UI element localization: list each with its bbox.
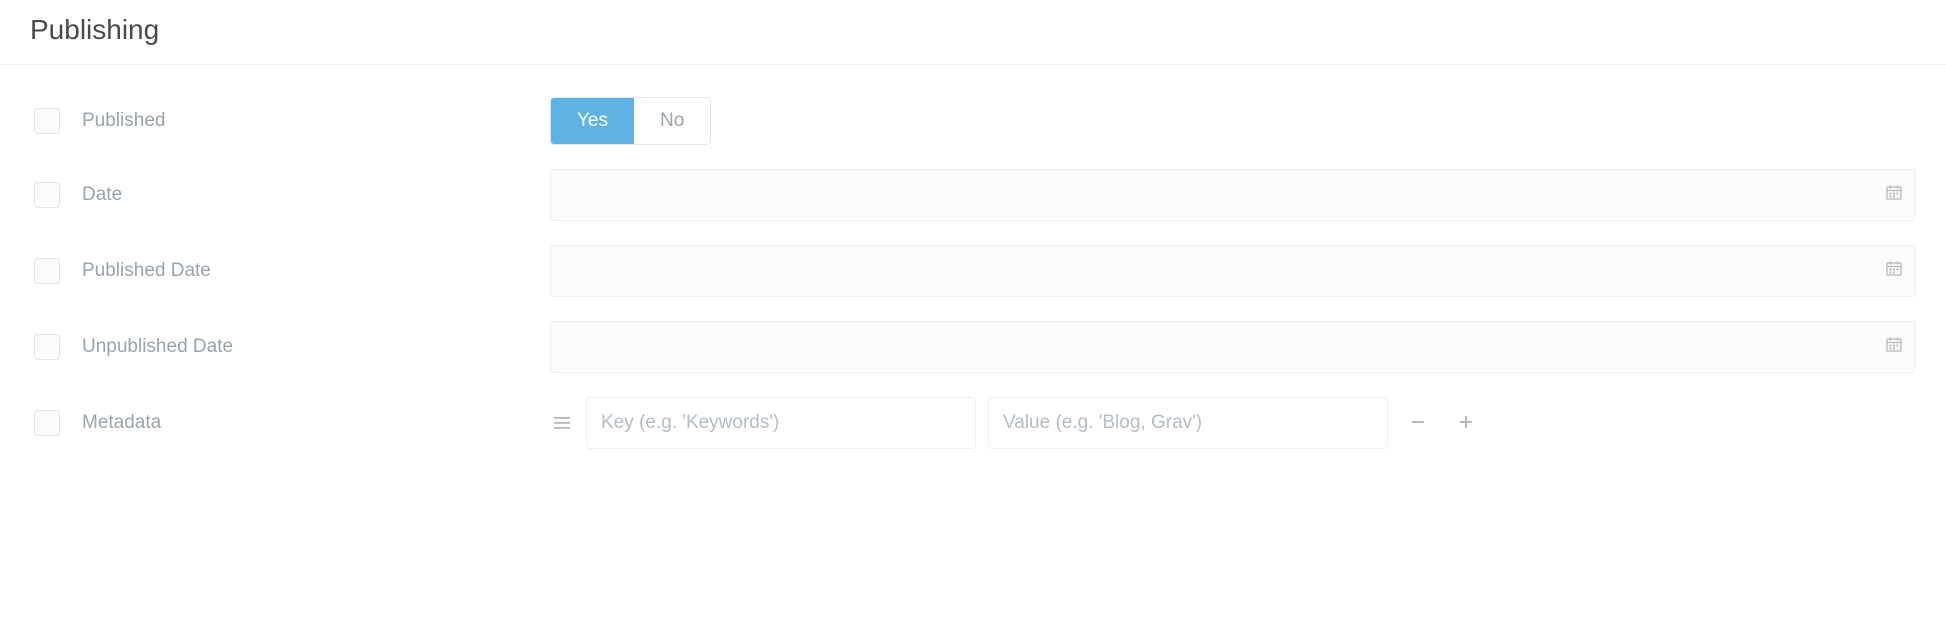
control-col — [550, 321, 1916, 373]
control-col: Yes No — [550, 97, 1916, 145]
label-col: Metadata — [30, 410, 550, 436]
drag-handle-icon[interactable] — [550, 416, 574, 430]
row-published-date: Published Date — [30, 233, 1916, 309]
label-col: Unpublished Date — [30, 334, 550, 360]
published-toggle: Yes No — [550, 97, 711, 145]
published-date-input-wrap — [550, 245, 1916, 297]
add-metadata-button[interactable] — [1448, 405, 1484, 441]
published-no-button[interactable]: No — [634, 98, 710, 144]
row-unpublished-date: Unpublished Date — [30, 309, 1916, 385]
unpublished-date-label: Unpublished Date — [82, 336, 233, 358]
override-checkbox-date[interactable] — [34, 182, 60, 208]
label-col: Published — [30, 108, 550, 134]
plus-icon — [1458, 410, 1474, 436]
unpublished-date-input-wrap — [550, 321, 1916, 373]
remove-metadata-button[interactable] — [1400, 405, 1436, 441]
override-checkbox-published-date[interactable] — [34, 258, 60, 284]
control-col — [550, 169, 1916, 221]
published-yes-button[interactable]: Yes — [551, 98, 634, 144]
row-published: Published Yes No — [30, 85, 1916, 157]
date-input[interactable] — [550, 169, 1916, 221]
publishing-section: Publishing Published Yes No Date — [0, 0, 1946, 481]
date-label: Date — [82, 184, 122, 206]
minus-icon — [1410, 410, 1426, 436]
section-header: Publishing — [0, 0, 1946, 65]
date-input-wrap — [550, 169, 1916, 221]
override-checkbox-unpublished-date[interactable] — [34, 334, 60, 360]
label-col: Published Date — [30, 258, 550, 284]
metadata-label: Metadata — [82, 412, 161, 434]
row-date: Date — [30, 157, 1916, 233]
metadata-key-input[interactable] — [586, 397, 976, 449]
form-body: Published Yes No Date — [0, 65, 1946, 461]
row-metadata: Metadata — [30, 385, 1916, 461]
control-col — [550, 245, 1916, 297]
published-label: Published — [82, 110, 165, 132]
metadata-entry — [550, 397, 1916, 449]
override-checkbox-metadata[interactable] — [34, 410, 60, 436]
label-col: Date — [30, 182, 550, 208]
published-date-label: Published Date — [82, 260, 211, 282]
metadata-value-input[interactable] — [988, 397, 1388, 449]
published-date-input[interactable] — [550, 245, 1916, 297]
section-title: Publishing — [30, 14, 1916, 46]
control-col — [550, 397, 1916, 449]
override-checkbox-published[interactable] — [34, 108, 60, 134]
unpublished-date-input[interactable] — [550, 321, 1916, 373]
